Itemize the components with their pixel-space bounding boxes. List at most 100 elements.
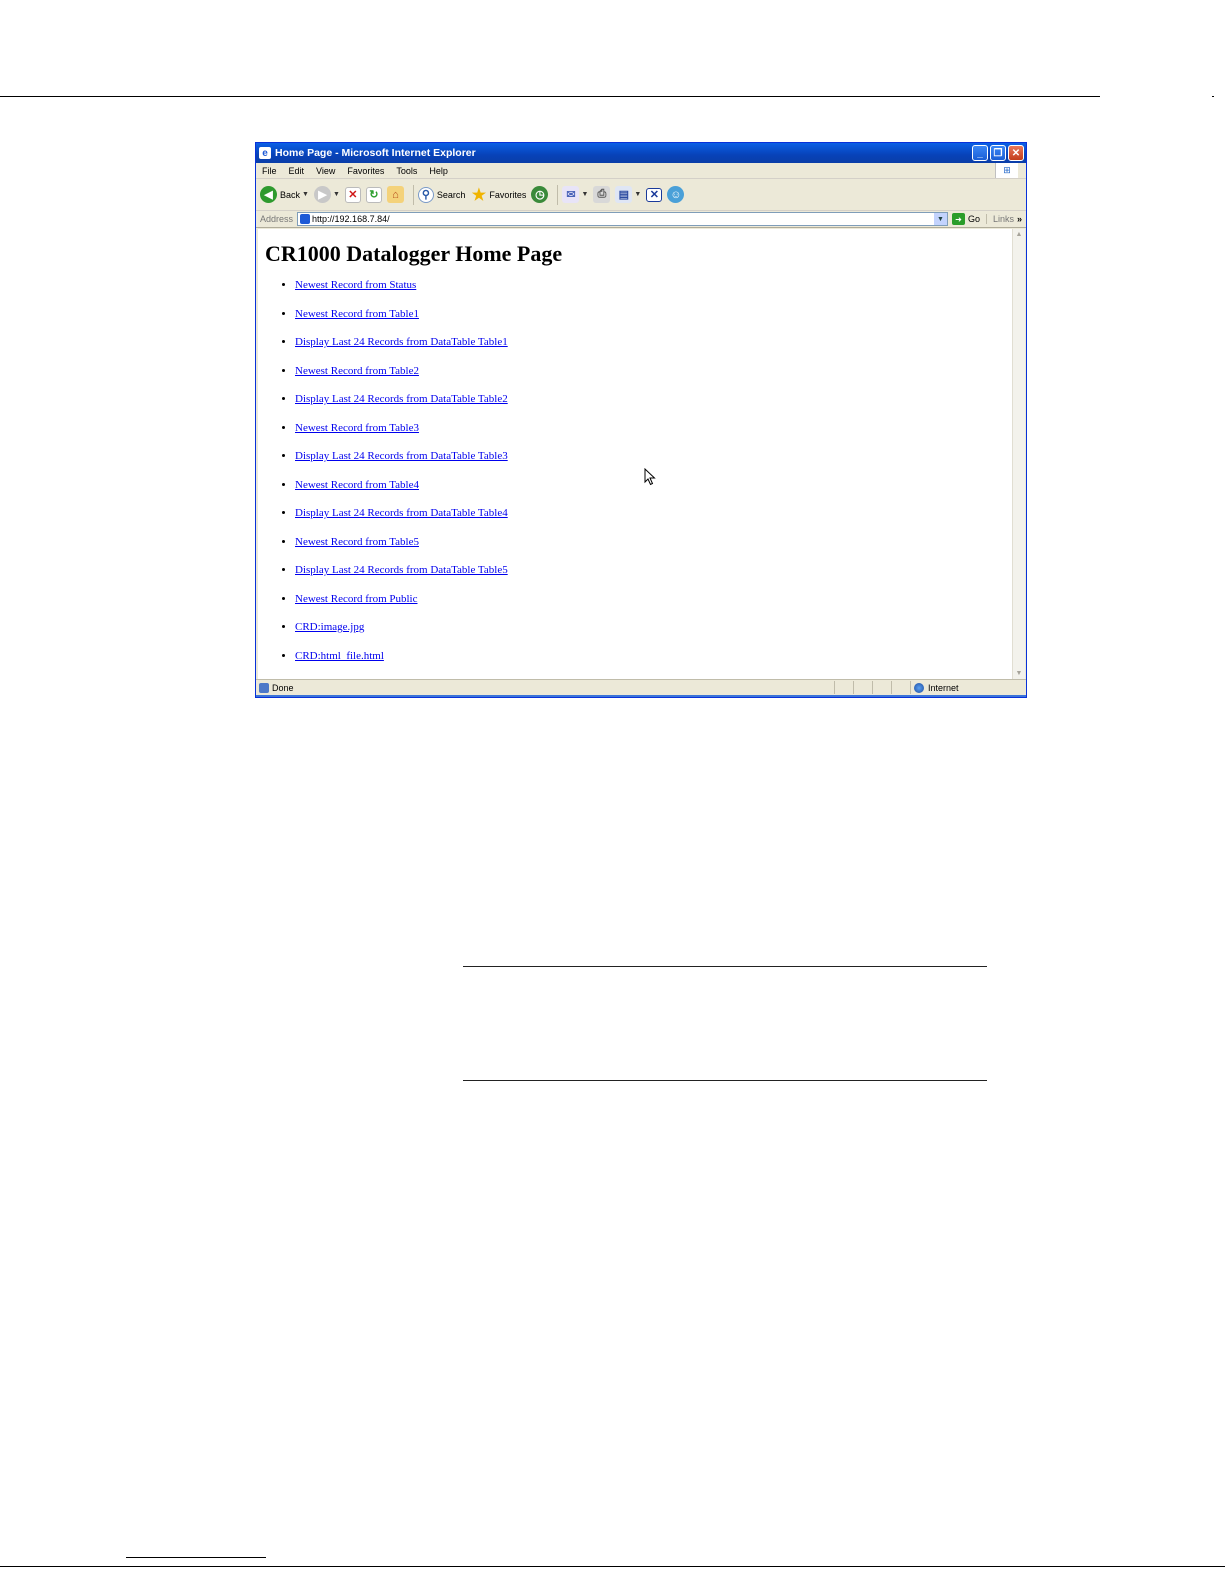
mail-icon: ✉ — [562, 186, 580, 203]
history-button[interactable]: ◷ — [531, 186, 549, 203]
close-button[interactable]: ✕ — [1008, 145, 1024, 161]
menu-file[interactable]: File — [256, 166, 283, 176]
page-top-rule — [0, 96, 1100, 97]
security-zone[interactable]: Internet — [910, 681, 1026, 694]
toolbar: ◀ Back ▼ ▶ ▼ ✕ ↻ ⌂ ⚲ Search ★ Favorites … — [256, 179, 1026, 211]
list-item: Newest Record from Table2 — [295, 365, 508, 394]
page-top-rule-tick — [1212, 96, 1214, 97]
restore-button[interactable]: ❐ — [990, 145, 1006, 161]
search-icon: ⚲ — [417, 186, 434, 203]
search-button[interactable]: ⚲ Search — [417, 186, 466, 203]
edit-dropdown-icon[interactable]: ▼ — [634, 191, 641, 198]
link-last24-table3[interactable]: Display Last 24 Records from DataTable T… — [295, 450, 508, 462]
address-field[interactable]: http://192.168.7.84/ ▼ — [297, 212, 948, 226]
windows-logo-icon: ⊞ — [995, 163, 1018, 178]
address-url[interactable]: http://192.168.7.84/ — [312, 214, 934, 224]
window-bottom-border — [256, 695, 1026, 697]
vertical-scrollbar[interactable]: ▲ ▼ — [1012, 229, 1025, 679]
list-item: CRD:image.jpg — [295, 621, 508, 650]
favorites-button[interactable]: ★ Favorites — [470, 186, 527, 204]
menu-bar: File Edit View Favorites Tools Help ⊞ — [256, 163, 1026, 179]
zone-label: Internet — [928, 682, 959, 693]
links-label[interactable]: Links — [985, 214, 1017, 224]
link-html-file[interactable]: CRD:html_file.html — [295, 650, 384, 662]
stop-icon: ✕ — [344, 186, 361, 203]
messenger-button[interactable]: ☺ — [667, 186, 685, 203]
edit-button[interactable]: ▤ ▼ — [615, 186, 641, 203]
home-icon: ⌂ — [386, 186, 404, 203]
menu-tools[interactable]: Tools — [390, 166, 423, 176]
forward-button[interactable]: ▶ ▼ — [313, 186, 340, 203]
go-button[interactable]: ➜ Go — [948, 213, 986, 225]
menu-view[interactable]: View — [310, 166, 341, 176]
list-item: Display Last 24 Records from DataTable T… — [295, 507, 508, 536]
link-last24-table5[interactable]: Display Last 24 Records from DataTable T… — [295, 564, 508, 576]
back-dropdown-icon[interactable]: ▼ — [302, 191, 309, 198]
back-button[interactable]: ◀ Back ▼ — [260, 186, 309, 203]
status-bar: Done Internet — [256, 679, 1026, 695]
link-list: Newest Record from Status Newest Record … — [278, 279, 508, 678]
title-bar[interactable]: e Home Page - Microsoft Internet Explore… — [256, 143, 1026, 163]
link-newest-public[interactable]: Newest Record from Public — [295, 593, 418, 605]
minimize-button[interactable]: _ — [972, 145, 988, 161]
refresh-icon: ↻ — [365, 186, 382, 203]
window-title: Home Page - Microsoft Internet Explorer — [275, 147, 476, 159]
go-label: Go — [967, 214, 980, 224]
favorites-label: Favorites — [489, 189, 527, 200]
status-cell — [834, 681, 853, 694]
divider-line — [463, 1080, 987, 1081]
search-label: Search — [436, 189, 466, 200]
list-item: Newest Record from Table4 — [295, 479, 508, 508]
page-title: CR1000 Datalogger Home Page — [265, 241, 563, 266]
links-chevron-icon[interactable]: » — [1017, 214, 1026, 224]
list-item: Display Last 24 Records from DataTable T… — [295, 393, 508, 422]
menu-favorites[interactable]: Favorites — [341, 166, 390, 176]
link-newest-status[interactable]: Newest Record from Status — [295, 279, 416, 291]
link-last24-table4[interactable]: Display Last 24 Records from DataTable T… — [295, 507, 508, 519]
link-newest-table5[interactable]: Newest Record from Table5 — [295, 536, 419, 548]
list-item: Display Last 24 Records from DataTable T… — [295, 564, 508, 593]
link-image-jpg[interactable]: CRD:image.jpg — [295, 621, 364, 633]
list-item: Newest Record from Table3 — [295, 422, 508, 451]
scroll-down-icon[interactable]: ▼ — [1013, 668, 1025, 679]
address-label: Address — [260, 214, 294, 224]
globe-icon — [914, 682, 924, 693]
list-item: Display Last 24 Records from DataTable T… — [295, 450, 508, 479]
discuss-icon: ✕ — [646, 187, 663, 202]
address-bar: Address http://192.168.7.84/ ▼ ➜ Go Link… — [256, 211, 1026, 228]
page-icon — [300, 214, 311, 224]
menu-help[interactable]: Help — [423, 166, 454, 176]
toolbar-separator — [557, 184, 559, 205]
link-last24-table1[interactable]: Display Last 24 Records from DataTable T… — [295, 336, 508, 348]
history-icon: ◷ — [531, 186, 549, 203]
print-icon: ⎙ — [593, 186, 611, 203]
messenger-icon: ☺ — [667, 186, 685, 203]
list-item: CRD:html_file.html — [295, 650, 508, 679]
mail-dropdown-icon[interactable]: ▼ — [581, 191, 588, 198]
link-last24-table2[interactable]: Display Last 24 Records from DataTable T… — [295, 393, 508, 405]
stop-button[interactable]: ✕ — [344, 186, 361, 203]
address-dropdown-icon[interactable]: ▼ — [933, 213, 947, 225]
print-button[interactable]: ⎙ — [593, 186, 611, 203]
link-newest-table1[interactable]: Newest Record from Table1 — [295, 308, 419, 320]
menu-edit[interactable]: Edit — [283, 166, 311, 176]
status-cell — [891, 681, 910, 694]
page-content: CR1000 Datalogger Home Page Newest Recor… — [258, 229, 1013, 679]
link-newest-table2[interactable]: Newest Record from Table2 — [295, 365, 419, 377]
footnote-rule — [126, 1557, 266, 1558]
link-newest-table4[interactable]: Newest Record from Table4 — [295, 479, 419, 491]
list-item: Newest Record from Table5 — [295, 536, 508, 565]
list-item: Newest Record from Table1 — [295, 308, 508, 337]
home-button[interactable]: ⌂ — [386, 186, 404, 203]
refresh-button[interactable]: ↻ — [365, 186, 382, 203]
forward-dropdown-icon[interactable]: ▼ — [333, 191, 340, 198]
status-cell — [872, 681, 891, 694]
browser-window: e Home Page - Microsoft Internet Explore… — [255, 142, 1027, 698]
scroll-up-icon[interactable]: ▲ — [1013, 229, 1025, 240]
link-newest-table3[interactable]: Newest Record from Table3 — [295, 422, 419, 434]
list-item: Newest Record from Status — [295, 279, 508, 308]
mail-button[interactable]: ✉ ▼ — [562, 186, 588, 203]
back-label: Back — [280, 189, 301, 200]
ie-icon: e — [259, 147, 271, 159]
discuss-button[interactable]: ✕ — [646, 187, 663, 202]
